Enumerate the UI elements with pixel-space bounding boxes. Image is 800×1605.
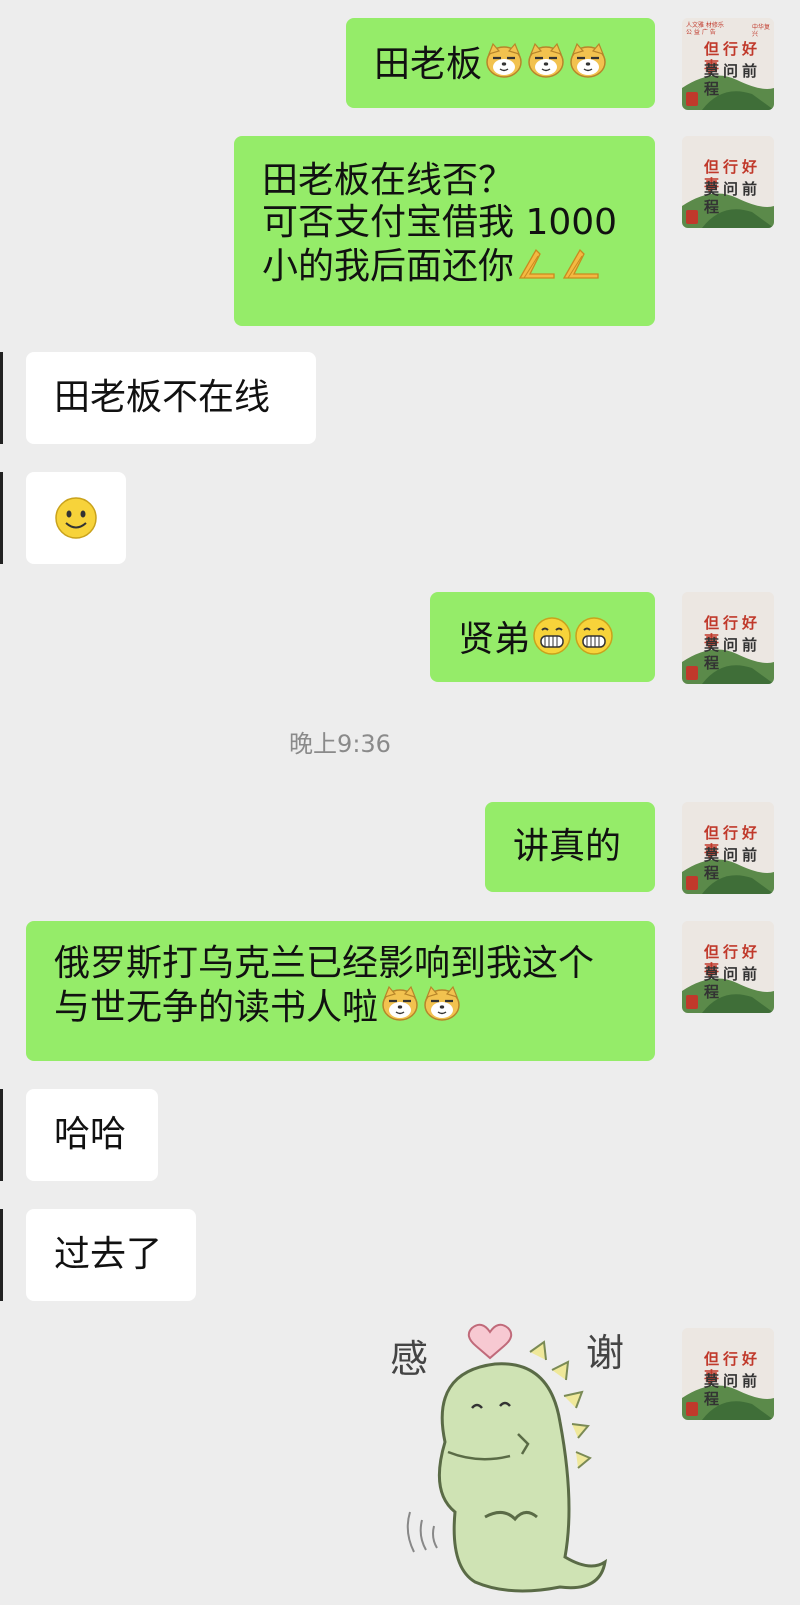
message-text: 过去了 [54, 1234, 163, 1275]
message-text: 哈哈 [54, 1114, 127, 1155]
contact-avatar-edge[interactable] [0, 472, 3, 564]
avatar-tiny-text: 公 益 广 告 [686, 29, 716, 36]
avatar-tiny-text: 人文雅 材修乐 [686, 22, 724, 29]
avatar-tiny-text: 中华复兴 [752, 24, 771, 38]
seal-icon [686, 666, 698, 680]
message-line: 田老板在线否？ [262, 160, 515, 201]
message-bubble-other[interactable] [26, 472, 126, 564]
smile-icon [54, 496, 98, 550]
grin-icon [532, 616, 572, 666]
doge-icon [568, 42, 608, 90]
seal-icon [686, 1402, 698, 1416]
avatar-motto-2: 莫问前程 [704, 62, 762, 98]
avatar[interactable]: 但行好事 莫问前程 [682, 802, 774, 894]
message-bubble-self[interactable]: 讲真的 [485, 802, 655, 892]
sticker-text-right: 谢 [586, 1331, 625, 1375]
avatar-motto-2: 莫问前程 [704, 1372, 762, 1408]
message-line: 可否支付宝借我 1000 [262, 202, 618, 243]
contact-avatar-edge[interactable] [0, 352, 3, 444]
avatar-motto-2: 莫问前程 [704, 965, 762, 1001]
message-text: 讲真的 [513, 826, 622, 867]
contact-avatar-edge[interactable] [0, 1089, 3, 1181]
message-bubble-self[interactable]: 田老板 [346, 18, 655, 108]
dinosaur-thanks-sticker[interactable]: 感 谢 [390, 1312, 660, 1602]
message-bubble-self[interactable]: 俄罗斯打乌克兰已经影响到我这个 与世无争的读书人啦 [26, 921, 655, 1061]
avatar-motto-2: 莫问前程 [704, 180, 762, 216]
message-text: 田老板不在线 [54, 377, 271, 418]
doge-icon [484, 42, 524, 90]
message-bubble-other[interactable]: 过去了 [26, 1209, 196, 1301]
avatar[interactable]: 但行好事 莫问前程 [682, 921, 774, 1013]
message-text: 田老板 [374, 44, 483, 85]
seal-icon [686, 92, 698, 106]
pray-icon [516, 244, 558, 292]
avatar[interactable]: 但行好事 莫问前程 [682, 1328, 774, 1420]
chat-conversation: 田老板 人文雅 材修乐 公 益 广 告 中华复兴 但行好事 莫问前程 田老板在线… [0, 0, 800, 1605]
message-bubble-self[interactable]: 贤弟 [430, 592, 655, 682]
avatar[interactable]: 但行好事 莫问前程 [682, 592, 774, 684]
sticker-text-left: 感 [390, 1337, 429, 1381]
timestamp: 晚上9:36 [289, 730, 391, 758]
doge-icon [526, 42, 566, 90]
contact-avatar-edge[interactable] [0, 1209, 3, 1301]
message-text: 贤弟 [458, 619, 531, 660]
grin-icon [574, 616, 614, 666]
message-line: 小的我后面还你 [262, 246, 515, 287]
seal-icon [686, 210, 698, 224]
avatar-motto-2: 莫问前程 [704, 636, 762, 672]
avatar-motto-2: 莫问前程 [704, 846, 762, 882]
message-line: 俄罗斯打乌克兰已经影响到我这个 [54, 943, 595, 984]
avatar[interactable]: 但行好事 莫问前程 [682, 136, 774, 228]
message-line: 与世无争的读书人啦 [54, 987, 379, 1028]
doge-icon [422, 985, 462, 1033]
seal-icon [686, 876, 698, 890]
avatar[interactable]: 人文雅 材修乐 公 益 广 告 中华复兴 但行好事 莫问前程 [682, 18, 774, 110]
seal-icon [686, 995, 698, 1009]
doge-icon [380, 985, 420, 1033]
message-bubble-other[interactable]: 哈哈 [26, 1089, 158, 1181]
message-bubble-other[interactable]: 田老板不在线 [26, 352, 316, 444]
pray-icon [560, 244, 602, 292]
message-bubble-self[interactable]: 田老板在线否？ 可否支付宝借我 1000 小的我后面还你 [234, 136, 655, 326]
